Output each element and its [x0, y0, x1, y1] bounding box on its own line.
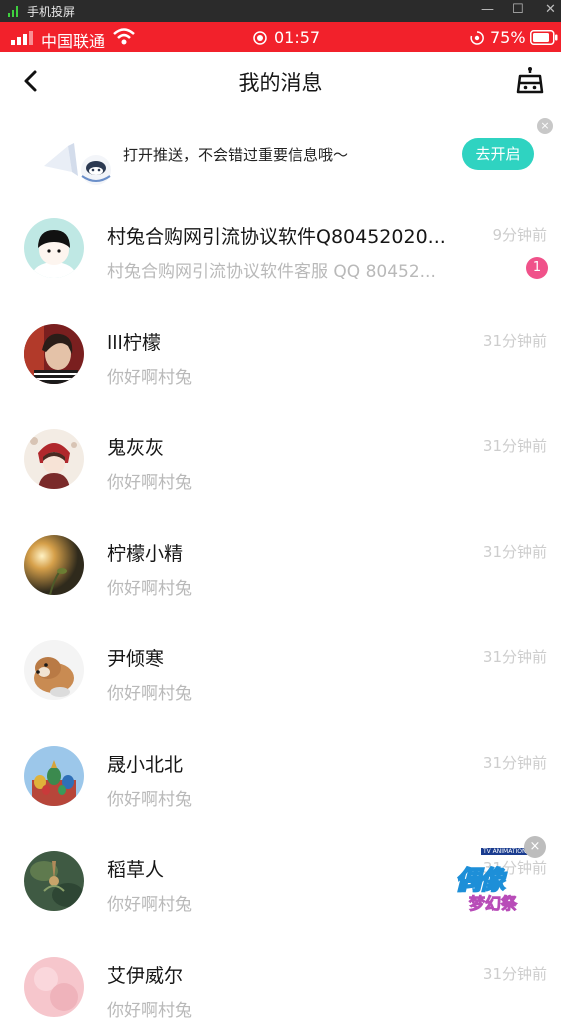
- message-time: 31分钟前: [483, 646, 547, 667]
- list-item[interactable]: lll柠檬 你好啊村兔 31分钟前: [0, 286, 561, 392]
- message-time: 9分钟前: [492, 224, 547, 245]
- message-preview: 你好啊村兔: [107, 785, 472, 810]
- message-preview: 村兔合购网引流协议软件客服 QQ 80452...: [107, 257, 472, 282]
- carrier-label: 中国联通: [41, 28, 105, 52]
- battery-icon: [530, 30, 558, 45]
- message-preview: 你好啊村兔: [107, 679, 472, 704]
- wifi-icon: [113, 28, 135, 46]
- list-item[interactable]: 村兔合购网引流协议软件Q80452020... 村兔合购网引流协议软件客服 QQ…: [0, 180, 561, 286]
- message-time: 31分钟前: [483, 435, 547, 456]
- list-item[interactable]: 鬼灰灰 你好啊村兔 31分钟前: [0, 391, 561, 497]
- page-title: 我的消息: [0, 67, 561, 97]
- host-window-bar: 手机投屏 — ☐ ✕: [0, 0, 561, 22]
- message-preview: 你好啊村兔: [107, 996, 472, 1021]
- contact-name: 尹倾寒: [107, 644, 472, 671]
- close-ad-button[interactable]: ×: [524, 836, 546, 858]
- avatar[interactable]: [24, 957, 84, 1017]
- recording-icon: [253, 31, 267, 45]
- signal-app-icon: [8, 5, 20, 17]
- close-banner-button[interactable]: ×: [537, 118, 553, 134]
- avatar[interactable]: [24, 851, 84, 911]
- message-time: 31分钟前: [483, 752, 547, 773]
- message-preview: 你好啊村兔: [107, 468, 472, 493]
- list-item[interactable]: 艾伊威尔 你好啊村兔 31分钟前: [0, 919, 561, 1024]
- avatar[interactable]: [24, 429, 84, 489]
- list-item[interactable]: 尹倾寒 你好啊村兔 31分钟前: [0, 602, 561, 708]
- maximize-button[interactable]: ☐: [512, 2, 524, 17]
- contact-name: 柠檬小精: [107, 539, 472, 566]
- minimize-button[interactable]: —: [481, 2, 494, 17]
- message-preview: 你好啊村兔: [107, 890, 472, 915]
- close-window-button[interactable]: ✕: [545, 2, 556, 17]
- contact-name: 晟小北北: [107, 750, 472, 777]
- message-preview: 你好啊村兔: [107, 574, 472, 599]
- avatar[interactable]: [24, 746, 84, 806]
- list-item[interactable]: 晟小北北 你好啊村兔 31分钟前: [0, 708, 561, 814]
- nav-header: 我的消息: [0, 52, 561, 110]
- avatar[interactable]: [24, 640, 84, 700]
- contact-name: 鬼灰灰: [107, 433, 472, 460]
- ad-subtitle: 梦幻祭: [469, 890, 517, 914]
- battery-percent: 75%: [490, 28, 526, 47]
- message-preview: 你好啊村兔: [107, 363, 472, 388]
- status-bar: 中国联通 01:57 75%: [0, 22, 561, 52]
- avatar[interactable]: [24, 218, 84, 278]
- push-banner-text: 打开推送，不会错过重要信息哦～: [123, 144, 348, 165]
- contact-name: 村兔合购网引流协议软件Q80452020...: [107, 222, 472, 249]
- unread-badge: 1: [526, 257, 548, 279]
- message-time: 31分钟前: [483, 541, 547, 562]
- avatar[interactable]: [24, 535, 84, 595]
- clock-time: 01:57: [274, 28, 320, 47]
- robot-icon[interactable]: [515, 66, 545, 96]
- enable-push-button[interactable]: 去开启: [462, 138, 534, 170]
- contact-name: 艾伊威尔: [107, 961, 472, 988]
- host-window-title: 手机投屏: [27, 3, 75, 20]
- message-time: 31分钟前: [483, 963, 547, 984]
- rotation-lock-icon: [470, 31, 484, 45]
- floating-ad[interactable]: TV ANIMATION 偶像 梦幻祭 ×: [451, 846, 547, 920]
- list-item[interactable]: 柠檬小精 你好啊村兔 31分钟前: [0, 497, 561, 603]
- contact-name: 稻草人: [107, 855, 472, 882]
- avatar[interactable]: [24, 324, 84, 384]
- ad-top-label: TV ANIMATION: [481, 848, 529, 855]
- contact-name: lll柠檬: [107, 328, 472, 355]
- signal-icon: [11, 31, 33, 45]
- message-time: 31分钟前: [483, 330, 547, 351]
